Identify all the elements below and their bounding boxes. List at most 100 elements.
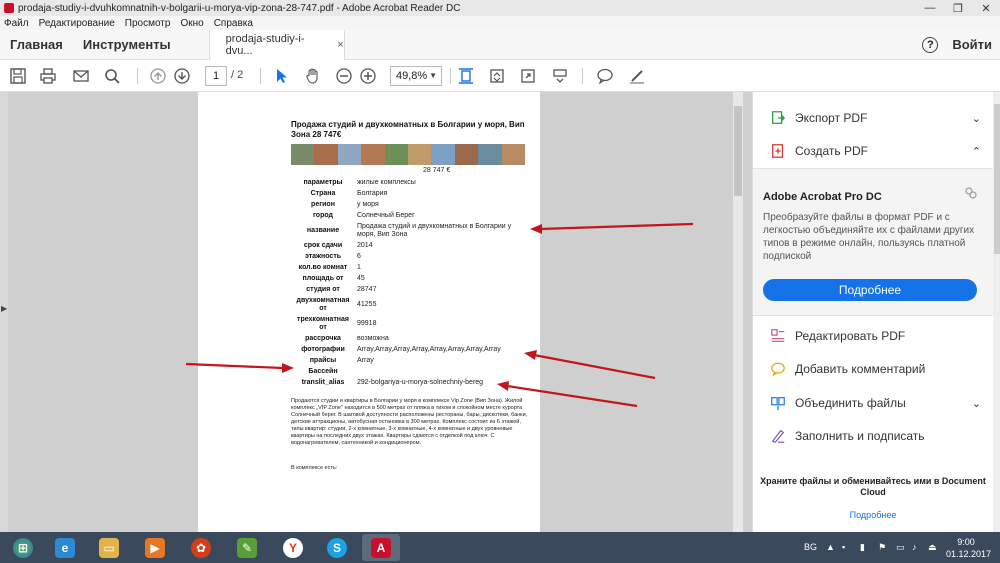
table-row: параметры жилые комплексы [291,177,531,188]
chevron-down-icon[interactable]: ⌄ [972,397,981,410]
taskbar-media[interactable]: ▶ [136,534,174,561]
tools-pane: Экспорт PDF ⌄ Создать PDF ⌃ Adobe Acroba… [752,92,1000,532]
row-value: 41255 [357,300,377,308]
next-page-icon[interactable] [172,66,192,86]
taskbar-photo-editor[interactable]: ✎ [228,534,266,561]
save-icon[interactable] [8,66,28,86]
menu-file[interactable]: Файл [4,18,29,29]
taskbar-ie[interactable]: e [46,534,84,561]
yandex-browser-icon: Y [283,537,303,558]
system-clock[interactable]: 9:00 01.12.2017 [946,536,991,560]
tab-tools[interactable]: Инструменты [73,30,181,60]
acrobat-pro-promo: Adobe Acrobat Pro DC Преобразуйте файлы … [753,168,993,316]
fill-sign-label: Заполнить и подписать [795,429,925,443]
create-pdf-tool[interactable]: Создать PDF ⌃ [769,139,981,163]
sign-in-button[interactable]: Войти [952,37,992,52]
row-key: translit_alias [301,378,345,386]
row-key: регион [311,200,335,208]
fit-page-icon[interactable] [456,66,476,86]
combine-files-tool[interactable]: Объединить файлы ⌄ [769,391,981,415]
menu-help[interactable]: Справка [214,18,253,29]
tab-document[interactable]: prodaja-studiy-i-dvu... × [208,29,345,60]
row-key: Страна [310,189,336,197]
keyboard-language[interactable]: BG [804,542,817,552]
table-row: прайсы Array [291,355,531,366]
combine-files-label: Объединить файлы [795,396,906,410]
tools-pane-scrollbar[interactable] [993,92,1000,532]
promo-title: Adobe Acrobat Pro DC [763,191,882,203]
chevron-down-icon[interactable]: ⌄ [972,112,981,125]
highlight-pen-icon[interactable] [627,66,647,86]
page-number-input[interactable]: 1 [205,66,227,86]
row-value: Болгария [357,189,388,197]
volume-icon[interactable]: ♪ [912,542,922,552]
left-pane-toggle[interactable]: ▶ [0,92,8,532]
close-tab-icon[interactable]: × [337,39,343,51]
start-button[interactable]: ⊞ [4,534,42,561]
rotate-view-icon[interactable] [487,66,507,86]
document-footer-text: В комплексе есть: [291,465,338,471]
media-player-icon: ▶ [145,537,165,558]
edit-pdf-label: Редактировать PDF [795,329,906,343]
previous-page-icon[interactable] [148,66,168,86]
tools-pane-scrollbar-thumb[interactable] [994,104,1000,254]
row-value: Солнечный Берег [357,211,415,219]
taskbar-yandex[interactable]: Y [274,534,312,561]
hand-tool-icon[interactable] [303,66,323,86]
export-pdf-tool[interactable]: Экспорт PDF ⌄ [769,106,981,130]
learn-more-button[interactable]: Подробнее [763,279,977,301]
display-icon[interactable]: ▭ [896,542,906,552]
edit-pdf-tool[interactable]: Редактировать PDF [769,324,981,348]
print-icon[interactable] [38,66,58,86]
property-table: параметры жилые комплексы Страна Болгария ре… [291,177,531,388]
combine-files-icon [769,394,787,412]
fill-sign-tool[interactable]: Заполнить и подписать [769,424,981,448]
table-row: кол.во комнат 1 [291,262,531,273]
row-key: рассрочка [305,334,341,342]
chevron-down-icon: ▼ [429,71,437,80]
zoom-out-icon[interactable] [334,66,354,86]
email-icon[interactable] [71,66,91,86]
menu-view[interactable]: Просмотр [125,18,171,29]
network-icon[interactable]: ▮ [860,542,870,552]
photo-thumbnail [314,144,338,165]
document-viewport[interactable]: ▶ Продажа студий и двухкомнатных в Болга… [0,92,752,532]
pdf-page: Продажа студий и двухкомнатных в Болгари… [198,92,540,532]
table-row: рассрочка возможна [291,333,531,344]
close-window-button[interactable]: ✕ [972,0,1000,16]
menu-edit[interactable]: Редактирование [39,18,115,29]
search-icon[interactable] [102,66,122,86]
photo-thumbnail [384,144,409,165]
select-cursor-icon[interactable] [271,66,291,86]
maximize-button[interactable]: ❐ [944,0,972,16]
comment-icon[interactable] [595,66,615,86]
tab-home[interactable]: Главная [0,30,73,60]
taskbar-video[interactable]: ✿ [182,534,220,561]
menu-window[interactable]: Окно [180,18,203,29]
taskbar-explorer[interactable]: ▭ [90,534,128,561]
tray-app-icon[interactable]: ▪ [842,542,852,552]
tray-arrow-icon[interactable]: ▲ [826,542,836,552]
scrollbar-thumb[interactable] [734,106,742,196]
usb-icon[interactable]: ⏏ [928,542,938,552]
chevron-up-icon[interactable]: ⌃ [972,145,981,158]
add-comment-tool[interactable]: Добавить комментарий [769,357,981,381]
zoom-level-select[interactable]: 49,8% ▼ [390,66,442,86]
scroll-mode-icon[interactable] [550,66,570,86]
minimize-button[interactable]: — [916,0,944,16]
document-scrollbar[interactable] [733,92,743,532]
taskbar-acrobat[interactable]: A [362,534,400,561]
help-icon[interactable]: ? [922,36,939,53]
row-key: прайсы [309,356,337,364]
photo-thumbnail [408,144,432,165]
main-toolbar: 1 / 2 49,8% ▼ [0,60,1000,92]
row-key: двухкомнатная от [296,296,350,312]
zoom-in-icon[interactable] [358,66,378,86]
taskbar-skype[interactable]: S [318,534,356,561]
document-cloud-link[interactable]: Подробнее [753,510,993,520]
row-value: жилые комплексы [357,178,416,186]
full-screen-icon[interactable] [518,66,538,86]
row-value: 2014 [357,241,373,249]
flag-icon[interactable]: ⚑ [878,542,888,552]
skype-icon: S [327,537,347,558]
